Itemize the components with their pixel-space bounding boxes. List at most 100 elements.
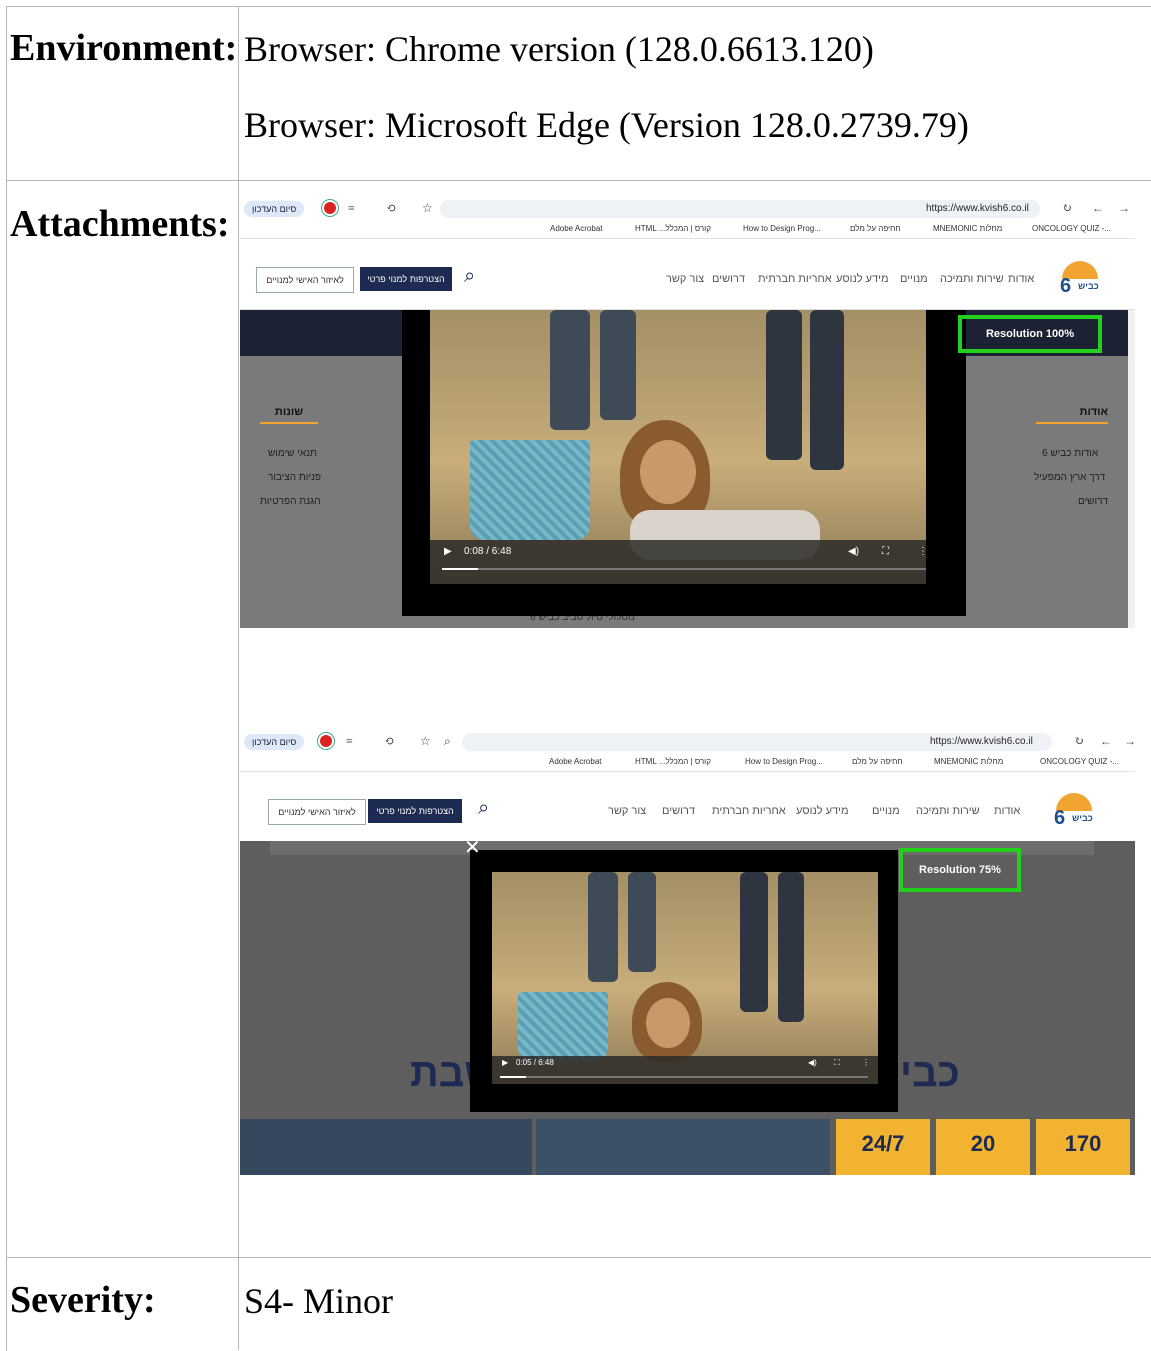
nav-subscriptions[interactable]: מנויים bbox=[872, 805, 900, 817]
footer-link[interactable]: תנאי שימוש bbox=[268, 448, 317, 459]
nav-subscriptions[interactable]: מנויים bbox=[900, 273, 928, 285]
search-icon[interactable]: ⌕ bbox=[464, 265, 475, 288]
severity-value: S4- Minor bbox=[244, 1281, 394, 1321]
search-icon[interactable]: ⌕ bbox=[478, 797, 489, 820]
footer-col-head: אודות bbox=[1036, 406, 1108, 424]
attachment-screenshot-1: סיום העדכון ≡ ⟲ ☆ https://www.kvish6.co.… bbox=[240, 198, 1135, 628]
close-icon[interactable]: ✕ bbox=[464, 835, 481, 860]
video-time: 0:05 / 6:48 bbox=[516, 1058, 554, 1067]
update-pill[interactable]: סיום העדכון bbox=[244, 734, 305, 750]
page-heading-right: כבי bbox=[900, 1051, 960, 1095]
bookmark[interactable]: ONCOLOGY QUIZ -... bbox=[1040, 757, 1119, 766]
bookmark[interactable]: HTML ...קורס | המכלל bbox=[635, 224, 711, 233]
nav-contact[interactable]: צור קשר bbox=[666, 273, 704, 285]
join-button[interactable]: הצטרפות למנוי פרטי bbox=[360, 267, 452, 291]
resolution-highlight: Resolution 75% bbox=[899, 848, 1021, 892]
column-divider bbox=[238, 6, 239, 1350]
environment-edge: Browser: Microsoft Edge (Version 128.0.2… bbox=[244, 105, 969, 145]
footer-link[interactable]: הגנת הפרטיות bbox=[260, 496, 321, 507]
scrollbar[interactable] bbox=[1128, 310, 1135, 628]
stat-tile: 24/7 bbox=[836, 1119, 930, 1175]
bookmark[interactable]: MNEMONIC מחלות bbox=[933, 224, 1002, 233]
nav-traveler-info[interactable]: מידע לנוסע bbox=[796, 805, 849, 817]
kvish6-logo[interactable]: 6 כביש bbox=[1058, 261, 1102, 297]
personal-area-button[interactable]: לאיזור האישי למנויים bbox=[268, 799, 366, 825]
bookmark[interactable]: ONCOLOGY QUIZ -... bbox=[1032, 224, 1111, 233]
page-image bbox=[536, 1119, 830, 1175]
extension-icon[interactable]: ⟲ bbox=[386, 201, 396, 216]
video-frame bbox=[430, 310, 926, 584]
bookmark[interactable]: Adobe Acrobat bbox=[549, 757, 601, 766]
nav-contact[interactable]: צור קשר bbox=[608, 805, 646, 817]
nav-service[interactable]: שירות ותמיכה bbox=[916, 805, 980, 817]
nav-social[interactable]: אחריות חברתית bbox=[712, 805, 786, 817]
join-button[interactable]: הצטרפות למנוי פרטי bbox=[368, 799, 462, 823]
personal-area-button[interactable]: לאיזור האישי למנויים bbox=[256, 267, 354, 293]
more-icon[interactable]: ⋮ bbox=[918, 546, 928, 557]
row-divider bbox=[6, 180, 1151, 181]
attachment-screenshot-2: סיום העדכון ≡ ⟲ ☆ ⌕ https://www.kvish6.c… bbox=[240, 731, 1135, 1175]
video-time: 0:08 / 6:48 bbox=[464, 546, 512, 557]
playlist-icon[interactable]: ≡ bbox=[348, 201, 355, 216]
footer-link[interactable]: פניות הציבור bbox=[268, 472, 321, 483]
play-icon[interactable]: ▶ bbox=[502, 1058, 508, 1067]
back-icon[interactable]: ← bbox=[1100, 734, 1112, 749]
bookmark[interactable]: Adobe Acrobat bbox=[550, 224, 602, 233]
extension-icon[interactable]: ⟲ bbox=[384, 734, 394, 749]
fullscreen-icon[interactable]: ⛶ bbox=[834, 1058, 840, 1068]
bookmark[interactable]: How to Design Prog... bbox=[745, 757, 823, 766]
bookmark[interactable]: How to Design Prog... bbox=[743, 224, 821, 233]
star-icon[interactable]: ☆ bbox=[422, 201, 433, 216]
forward-icon[interactable]: → bbox=[1118, 201, 1130, 216]
forward-icon[interactable]: → bbox=[1124, 734, 1135, 749]
nav-jobs[interactable]: דרושים bbox=[662, 805, 695, 817]
bookmark[interactable]: MNEMONIC מחלות bbox=[934, 757, 1003, 766]
more-icon[interactable]: ⋮ bbox=[862, 1058, 870, 1067]
footer-col-head: שונות bbox=[260, 406, 318, 424]
video-player[interactable]: ▶ 0:05 / 6:48 ◀) ⛶ ⋮ bbox=[470, 850, 898, 1112]
bookmark[interactable]: חחיפה על מלם bbox=[852, 757, 903, 766]
bookmarks-bar: Adobe Acrobat HTML ...קורס | המכלל How t… bbox=[240, 220, 1135, 239]
nav-jobs[interactable]: דרושים bbox=[712, 273, 745, 285]
volume-icon[interactable]: ◀) bbox=[848, 546, 859, 557]
nav-about[interactable]: אודות bbox=[994, 805, 1020, 817]
fullscreen-icon[interactable]: ⛶ bbox=[882, 546, 889, 557]
footer-link[interactable]: דרושים bbox=[1078, 496, 1108, 507]
url-text: https://www.kvish6.co.il bbox=[926, 203, 1029, 214]
kvish6-logo[interactable]: 6 כביש bbox=[1052, 793, 1096, 829]
video-player[interactable]: ▶ 0:08 / 6:48 ◀) ⛶ ⋮ bbox=[402, 310, 966, 616]
footer-link[interactable]: אודות כביש 6 bbox=[1042, 448, 1098, 459]
video-progress[interactable] bbox=[500, 1076, 868, 1078]
reload-icon[interactable]: ↻ bbox=[1074, 734, 1084, 749]
footer-link[interactable]: דרך ארץ המפעיל bbox=[1034, 472, 1105, 483]
playlist-icon[interactable]: ≡ bbox=[346, 734, 353, 749]
nav-traveler-info[interactable]: מידע לנוסע bbox=[836, 273, 889, 285]
attachments-label: Attachments: bbox=[10, 203, 230, 245]
volume-icon[interactable]: ◀) bbox=[808, 1058, 817, 1067]
reload-icon[interactable]: ↻ bbox=[1062, 201, 1072, 216]
bookmarks-bar: Adobe Acrobat HTML ...קורס | המכלל How t… bbox=[240, 753, 1135, 772]
back-icon[interactable]: ← bbox=[1092, 201, 1104, 216]
play-icon[interactable]: ▶ bbox=[444, 546, 452, 557]
environment-label: Environment: bbox=[10, 27, 238, 69]
site-header: לאיזור האישי למנויים הצטרפות למנוי פרטי … bbox=[240, 783, 1135, 842]
nav-social[interactable]: אחריות חברתית bbox=[758, 273, 832, 285]
url-text: https://www.kvish6.co.il bbox=[930, 736, 1033, 747]
record-icon bbox=[324, 202, 336, 214]
bookmark[interactable]: חחיפה על מלם bbox=[850, 224, 901, 233]
stat-tile: 170 bbox=[1036, 1119, 1130, 1175]
row-divider bbox=[6, 1257, 1151, 1258]
stat-tile: 20 bbox=[936, 1119, 1030, 1175]
site-header: לאיזור האישי למנויים הצטרפות למנוי פרטי … bbox=[240, 251, 1135, 310]
page-image bbox=[240, 1119, 532, 1175]
star-icon[interactable]: ☆ bbox=[420, 734, 431, 749]
update-pill[interactable]: סיום העדכון bbox=[244, 201, 305, 217]
nav-about[interactable]: אודות bbox=[1008, 273, 1034, 285]
video-frame bbox=[492, 872, 878, 1084]
resolution-highlight: Resolution 100% bbox=[958, 315, 1102, 353]
video-progress[interactable] bbox=[442, 568, 926, 570]
nav-service[interactable]: שירות ותמיכה bbox=[940, 273, 1004, 285]
browser-toolbar: סיום העדכון ≡ ⟲ ☆ ⌕ https://www.kvish6.c… bbox=[240, 731, 1135, 754]
zoom-icon[interactable]: ⌕ bbox=[444, 734, 451, 749]
bookmark[interactable]: HTML ...קורס | המכלל bbox=[635, 757, 711, 766]
